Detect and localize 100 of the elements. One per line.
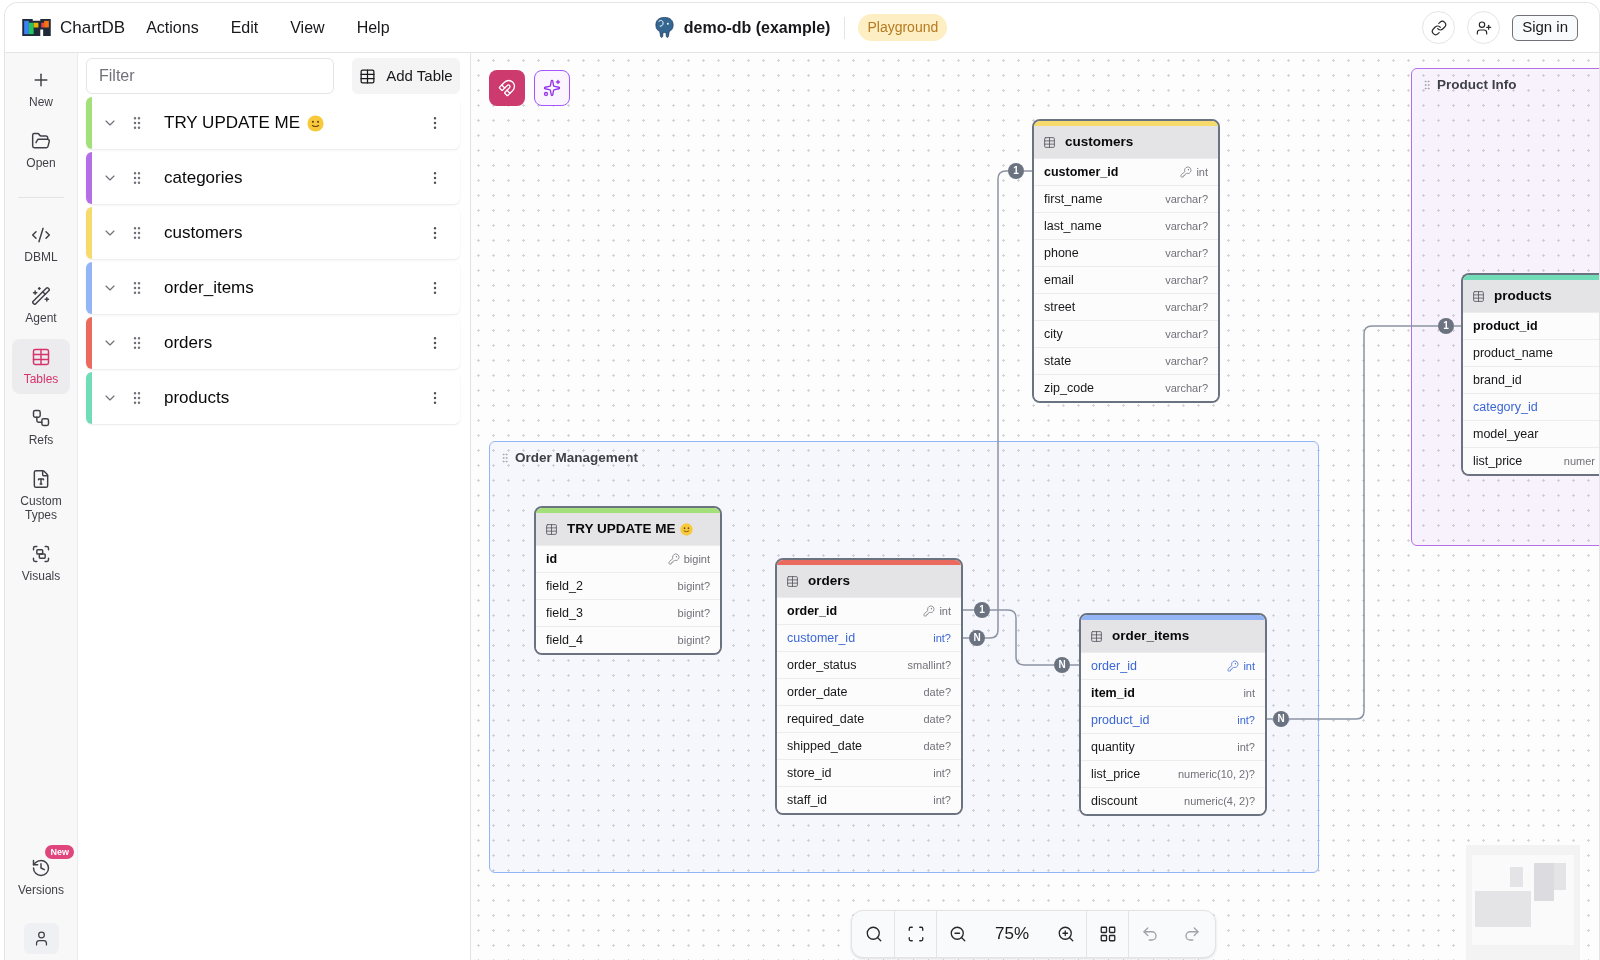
field-name: list_price [1473,452,1523,470]
sidebar-item[interactable]: Visuals [12,536,70,591]
code-icon [31,225,51,245]
user-plus-icon [1475,19,1492,36]
table-name: orders [164,332,213,355]
field-name: field_4 [546,631,583,649]
cardinality-badge: N [1273,711,1289,727]
table-title: products [1494,286,1552,305]
field-name: item_id [1091,684,1135,702]
add-table-button[interactable]: Add Table [352,58,460,94]
sidebar-item[interactable]: Agent [12,278,70,333]
field-type: bigint? [677,605,710,621]
zoom-in-icon[interactable] [1056,925,1075,943]
field-type: varchar? [1165,353,1208,369]
field-type: varchar? [1165,380,1208,396]
field-type: varchar? [1165,326,1208,342]
grid-icon[interactable] [1098,925,1117,943]
field-name: order_date [787,683,848,701]
field-name: customer_id [1044,163,1119,181]
user-button[interactable] [23,923,59,954]
text-file-icon [31,469,51,489]
field-type: int [1243,685,1255,701]
field-type: int [1243,658,1255,674]
status-badge: Playground [858,14,948,41]
field-name: shipped_date [787,737,863,755]
notification-badge: New [45,845,74,859]
field-type: date? [923,738,951,754]
table-name: categories [164,167,243,190]
field-type: varchar? [1165,272,1208,288]
cardinality-badge: 1 [1008,163,1024,179]
field-name: store_id [787,764,832,782]
field-name: zip_code [1044,379,1095,397]
field-name: product_id [1473,317,1538,335]
table-list-item[interactable]: order_items [86,262,460,314]
table-list-item[interactable]: orders [86,317,460,369]
table-list-item[interactable]: customers [86,207,460,259]
magnet-button[interactable] [489,70,525,106]
link-icon [1430,19,1447,36]
field-type: int? [1237,712,1255,728]
table-icon [1472,289,1485,303]
menu-item[interactable]: View [274,11,341,44]
table-title: customers [1065,132,1134,151]
menu-item[interactable]: Actions [130,11,215,44]
redo-icon[interactable] [1183,925,1201,943]
field-name: street [1044,298,1076,316]
field-type: varchar? [1165,299,1208,315]
search-icon[interactable] [864,925,883,943]
field-name: order_id [1091,657,1137,675]
key-icon [1227,660,1240,672]
field-name: state [1044,352,1072,370]
field-name: last_name [1044,217,1102,235]
linked-squares-icon [31,408,51,428]
area-title: Product Info [1437,76,1517,94]
field-type: int? [933,765,951,781]
zoom-out-icon[interactable] [949,925,967,943]
grip-icon [499,452,511,465]
table-list-item[interactable]: TRY UPDATE ME [86,97,460,149]
diagram-title: demo-db (example) [683,17,831,38]
magnet-icon [498,79,516,97]
field-name: city [1044,325,1063,343]
table-list-item[interactable]: categories [86,152,460,204]
sidebar-item[interactable]: Open [12,123,70,178]
sign-in-button[interactable]: Sign in [1512,14,1578,41]
app-name: ChartDB [60,16,126,39]
elephant-icon [652,16,676,39]
field-name: model_year [1473,425,1539,443]
field-name: email [1044,271,1074,289]
field-type: date? [923,711,951,727]
field-name: brand_id [1473,371,1522,389]
table-title: TRY UPDATE ME [567,519,676,538]
sidebar-item[interactable]: New [12,62,70,117]
menu-item[interactable]: Edit [214,11,275,44]
area-title: Order Management [515,449,639,467]
field-name: discount [1091,792,1138,810]
key-icon [1180,166,1193,178]
menu-item[interactable]: Help [340,11,406,44]
table-title: order_items [1112,626,1190,645]
table-name: TRY UPDATE ME [164,112,301,135]
sidebar-item[interactable]: DBML [12,217,70,272]
grip-icon [1421,79,1433,92]
frame-corners-icon[interactable] [906,925,925,943]
magic-wand-icon [31,286,51,306]
sidebar-item[interactable]: Refs [12,400,70,455]
link-button[interactable] [1422,11,1456,44]
field-type: bigint? [677,578,710,594]
sidebar-item[interactable]: Custom Types [12,461,70,530]
field-name: phone [1044,244,1079,262]
field-type: int? [1237,739,1255,755]
undo-icon[interactable] [1141,925,1159,943]
field-name: required_date [787,710,865,728]
field-type: bigint? [677,632,710,648]
add-user-button[interactable] [1467,11,1501,44]
folder-icon [31,131,51,151]
sidebar-item[interactable]: Tables [12,339,70,394]
field-type: varchar? [1165,191,1208,207]
filter-field[interactable]: Filter [86,58,334,94]
table-list-item[interactable]: products [86,372,460,424]
field-type: int? [933,792,951,808]
sparkles-button[interactable] [534,70,570,106]
grouped-squares-icon [31,544,51,564]
